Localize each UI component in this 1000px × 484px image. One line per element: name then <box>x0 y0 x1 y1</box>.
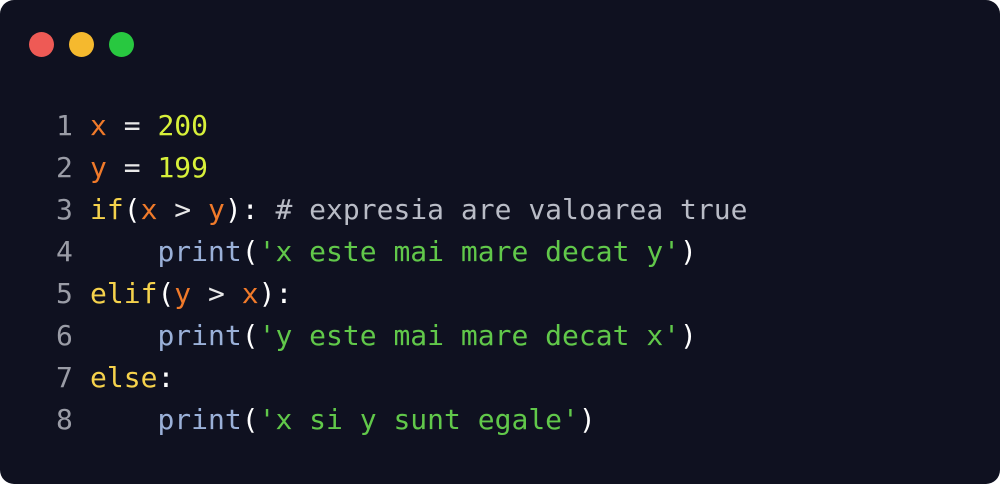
code-token: print <box>157 235 242 268</box>
code-token: > <box>191 277 242 310</box>
code-token: > <box>157 193 209 226</box>
line-number: 8 <box>56 403 73 436</box>
code-token: x <box>241 277 259 310</box>
code-token: ( <box>241 319 259 352</box>
line-number: 7 <box>56 361 73 394</box>
line-number: 2 <box>56 151 73 184</box>
code-line: 4 print('x este mai mare decat y') <box>56 231 747 273</box>
code-token: x <box>140 193 158 226</box>
code-line: 1x = 200 <box>56 105 747 147</box>
code-line: 8 print('x si y sunt egale') <box>56 399 747 441</box>
code-token: ( <box>157 277 175 310</box>
code-token: # expresia are valoarea true <box>258 193 748 226</box>
code-token: ) <box>680 319 697 352</box>
minimize-button[interactable] <box>69 32 94 57</box>
code-token: print <box>157 319 242 352</box>
line-number: 5 <box>56 277 73 310</box>
maximize-button[interactable] <box>109 32 134 57</box>
line-number: 6 <box>56 319 73 352</box>
code-token: elif <box>90 277 158 310</box>
code-token: ) <box>680 235 697 268</box>
code-token: x <box>90 109 107 142</box>
code-token: 200 <box>157 109 209 142</box>
code-window: 1x = 200 2 y = 199 3 if(x > y): # expresia a… <box>0 0 1000 484</box>
code-line: 7 else: <box>56 357 747 399</box>
code-line: 2y = 199 <box>56 147 747 189</box>
line-number: 1 <box>56 109 73 142</box>
line-number: 4 <box>56 235 73 268</box>
code-token: ( <box>241 235 259 268</box>
code-token: ): <box>258 277 293 310</box>
code-block: 1x = 200 2 y = 199 3 if(x > y): # expresia a… <box>56 105 747 441</box>
close-button[interactable] <box>29 32 54 57</box>
code-token: y <box>174 277 192 310</box>
code-token: ) <box>578 403 596 436</box>
code-token: ( <box>123 193 141 226</box>
code-token: 199 <box>157 151 209 184</box>
code-token: = <box>106 109 158 142</box>
code-token: = <box>106 151 158 184</box>
code-token: if <box>90 193 124 226</box>
code-line: 6 print('y este mai mare decat x') <box>56 315 747 357</box>
line-number: 3 <box>56 193 73 226</box>
window-controls <box>29 32 134 57</box>
code-token: ): <box>224 193 259 226</box>
code-token: else <box>90 361 158 394</box>
code-line: 5 elif(y > x): <box>56 273 747 315</box>
code-token: 'x si y sunt egale' <box>258 403 579 436</box>
code-token: : <box>157 361 175 394</box>
code-token: ( <box>241 403 259 436</box>
code-token: y <box>208 193 225 226</box>
code-token: y <box>90 151 107 184</box>
code-token: 'x este mai mare decat y' <box>258 235 681 268</box>
code-line: 3 if(x > y): # expresia are valoarea true <box>56 189 747 231</box>
code-token: print <box>157 403 242 436</box>
code-token: 'y este mai mare decat x' <box>258 319 681 352</box>
